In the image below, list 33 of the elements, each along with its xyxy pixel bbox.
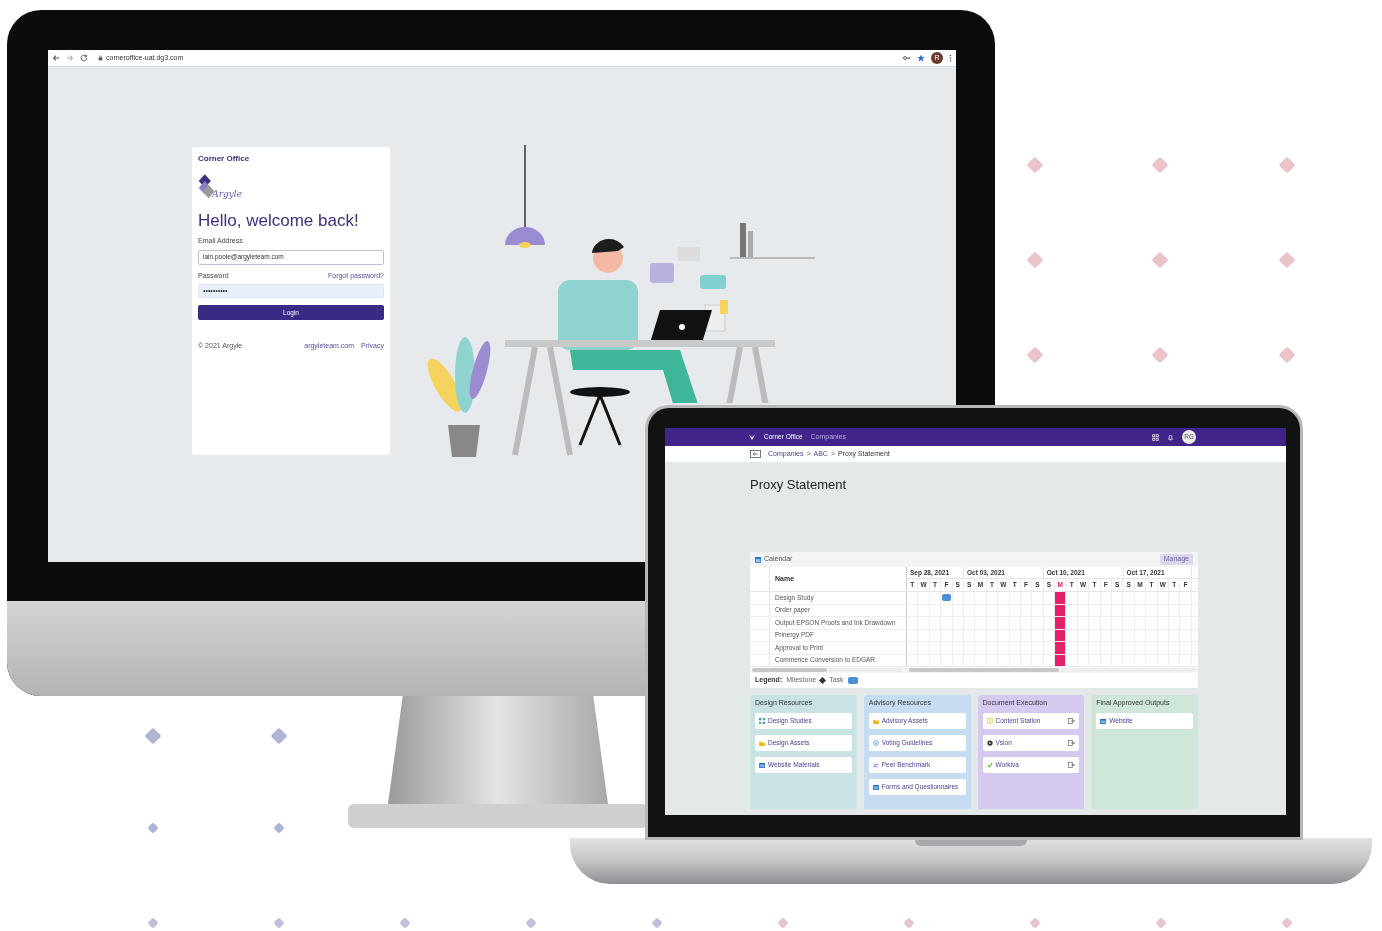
- external-link-icon: [1068, 718, 1076, 724]
- key-icon[interactable]: [903, 55, 911, 61]
- back-button[interactable]: [750, 450, 761, 458]
- star-icon[interactable]: [917, 54, 925, 62]
- list-icon: [872, 762, 879, 768]
- apps-grid-icon[interactable]: [1152, 433, 1159, 441]
- check-circle-icon: [872, 740, 879, 746]
- folder-icon: [759, 740, 765, 746]
- back-icon[interactable]: [52, 54, 60, 62]
- task-swatch-icon: [847, 677, 858, 684]
- window-icon: [1100, 718, 1107, 724]
- horizontal-scrollbar[interactable]: [752, 668, 902, 672]
- lock-icon: [98, 55, 103, 61]
- book-icon: [986, 718, 993, 724]
- external-link-icon: [1068, 762, 1076, 768]
- globe-icon: [986, 740, 993, 746]
- milestone-icon: [819, 676, 827, 685]
- more-icon[interactable]: [949, 54, 952, 62]
- folder-icon: [872, 718, 879, 724]
- grid-icon: [759, 718, 765, 724]
- argyle-logo: Argyle: [198, 169, 242, 203]
- page-title: Proxy Statement: [750, 477, 848, 493]
- window-icon: [872, 784, 879, 790]
- window-icon: [759, 762, 765, 768]
- horizontal-scrollbar[interactable]: [905, 668, 1196, 672]
- app-logo-icon[interactable]: [748, 433, 756, 441]
- brand-title: Corner Office: [198, 153, 251, 165]
- reload-icon[interactable]: [80, 54, 88, 62]
- external-link-icon: [1068, 740, 1076, 746]
- calendar-icon: [755, 556, 761, 563]
- checkmark-icon: [986, 762, 993, 768]
- welcome-heading: Hello, welcome back!: [198, 211, 360, 231]
- notification-bell-icon[interactable]: [1167, 433, 1174, 441]
